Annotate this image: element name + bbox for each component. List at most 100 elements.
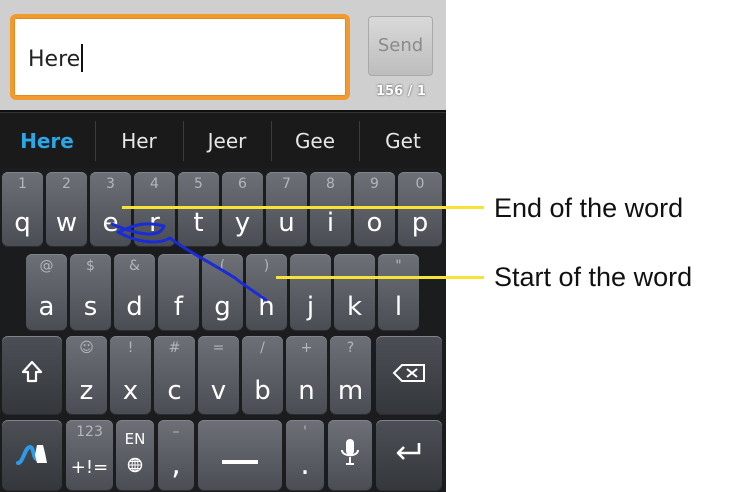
key-e[interactable]: 3e [90,172,131,246]
key-label: m [337,376,364,406]
key-f[interactable]: f [158,254,199,330]
suggestion-item[interactable]: Her [96,113,182,169]
key-l[interactable]: " l [378,254,419,330]
key-label: q [14,208,31,238]
delete-key[interactable] [376,336,442,414]
key-label: t [193,208,204,238]
suggestion-item[interactable]: Here [0,113,94,169]
key-hint: @ [39,258,54,274]
key-label: , [171,447,181,482]
language-key[interactable]: EN [116,420,154,490]
key-u[interactable]: 7u [266,172,307,246]
key-c[interactable]: # c [154,336,195,414]
key-b[interactable]: / b [242,336,283,414]
key-hint: 7 [282,176,291,192]
period-key[interactable]: ' . [286,420,324,490]
key-hint: 123 [76,424,103,440]
key-h[interactable]: ) h [246,254,287,330]
swype-logo-icon [2,437,62,473]
key-i[interactable]: 8i [310,172,351,246]
key-hint: ' [303,424,307,440]
key-t[interactable]: 5t [178,172,219,246]
microphone-key[interactable] [328,420,372,490]
key-a[interactable]: @ a [26,254,67,330]
comma-key[interactable]: – , [158,420,194,490]
key-z[interactable]: ☺ z [66,336,107,414]
end-of-word-pointer [122,206,484,209]
message-value: Here [28,44,84,72]
key-hint: 1 [18,176,27,192]
enter-key[interactable] [376,420,442,490]
text-caret [81,44,84,72]
key-label: v [210,376,227,406]
key-label: EN [124,430,146,448]
key-hint: ( [219,258,226,274]
key-k[interactable]: k [334,254,375,330]
message-input[interactable]: Here [10,14,350,100]
key-label: d [126,292,143,322]
key-hint: ? [346,340,355,356]
key-label: f [173,292,184,322]
key-label: c [167,376,182,406]
backspace-icon [376,361,442,389]
key-r[interactable]: 4r [134,172,175,246]
character-counter: 156 / 1 [376,84,426,99]
key-hint: 9 [370,176,379,192]
suggestion-bar: Here Her Jeer Gee Get [0,112,446,169]
key-hint: / [260,340,265,356]
swype-key[interactable] [2,420,62,490]
key-x[interactable]: ! x [110,336,151,414]
key-label: g [214,292,231,322]
key-q[interactable]: 1q [2,172,43,246]
key-label: s [83,292,98,322]
key-hint: + [300,340,313,356]
key-label: p [411,208,429,238]
suggestion-item[interactable]: Jeer [184,113,270,169]
suggestion-item[interactable]: Get [360,113,446,169]
key-label: o [366,208,383,238]
key-p[interactable]: 0p [398,172,442,246]
key-label: u [278,208,295,238]
space-key[interactable] [198,420,282,490]
key-label: n [298,376,315,406]
key-y[interactable]: 6y [222,172,263,246]
shift-key[interactable] [2,336,62,414]
key-label: b [254,376,271,406]
key-hint: = [212,340,225,356]
key-label: a [38,292,55,322]
keyboard: 1q 2w 3e 4r 5t 6y 7u 8i 9o 0p @ a $ s & d f… [0,168,446,492]
key-n[interactable]: + n [286,336,327,414]
key-s[interactable]: $ s [70,254,111,330]
key-hint: ☺ [79,340,94,356]
globe-icon [116,450,154,480]
key-label: y [234,208,251,238]
start-of-word-pointer [276,276,484,279]
key-hint: # [168,340,181,356]
key-label: w [55,208,78,238]
symbols-key[interactable]: 123 +!= [66,420,113,490]
shift-icon [2,360,62,390]
send-button[interactable]: Send [368,16,433,76]
key-hint: ) [263,258,270,274]
microphone-icon [328,437,372,473]
key-label: +!= [70,457,109,478]
key-w[interactable]: 2w [46,172,87,246]
key-o[interactable]: 9o [354,172,395,246]
key-hint: 6 [238,176,247,192]
end-of-word-label: End of the word [494,193,684,223]
key-hint: 0 [415,176,425,192]
key-j[interactable]: j [290,254,331,330]
key-label: l [394,292,403,322]
key-hint: 3 [106,176,115,192]
key-label: k [346,292,363,322]
compose-bar: Here Send 156 / 1 [0,0,446,110]
key-m[interactable]: ? m [330,336,371,414]
key-hint: – [172,424,180,440]
key-hint: 2 [62,176,71,192]
key-v[interactable]: = v [198,336,239,414]
key-hint: " [395,258,402,274]
suggestion-item[interactable]: Gee [272,113,358,169]
key-g[interactable]: (g [202,254,243,330]
key-hint: 5 [194,176,203,192]
key-d[interactable]: & d [114,254,155,330]
